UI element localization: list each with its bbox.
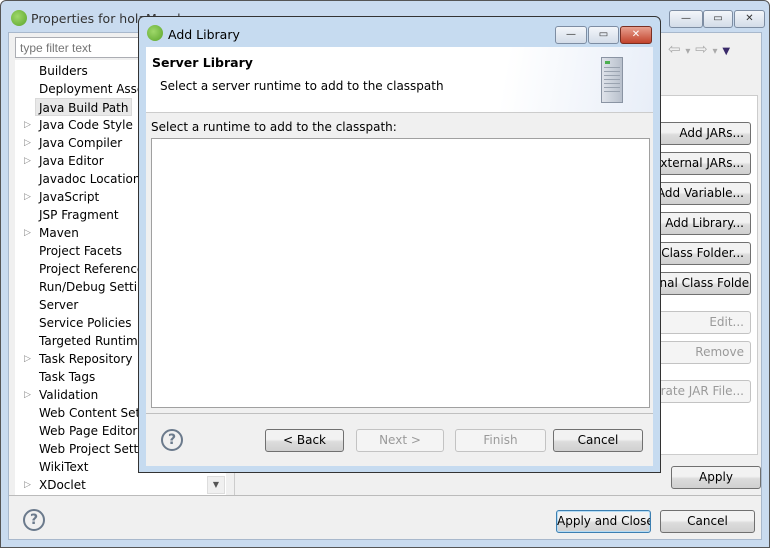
help-icon[interactable]: ? <box>23 509 45 531</box>
runtime-list-label: Select a runtime to add to the classpath… <box>151 120 397 134</box>
expand-arrow-icon[interactable]: ▷ <box>24 350 31 368</box>
scroll-down-arrow[interactable]: ▼ <box>207 476 225 494</box>
tree-item-label: XDoclet <box>39 478 86 492</box>
server-icon <box>601 57 623 103</box>
forward-dropdown-icon[interactable]: ▾ <box>713 46 718 57</box>
dialog-body: Select a runtime to add to the classpath… <box>146 113 653 466</box>
apply-button[interactable]: Apply <box>671 466 761 489</box>
tree-item[interactable]: Task Tags <box>39 368 95 386</box>
forward-arrow-icon[interactable]: ⇨ <box>695 40 708 58</box>
tree-item-label: Maven <box>39 226 79 240</box>
tree-item-label: Validation <box>39 388 99 402</box>
spring-logo-icon <box>11 10 27 26</box>
tree-item[interactable]: Javadoc Location <box>39 170 140 188</box>
tree-item[interactable]: ▷ Java Code Style <box>24 116 133 134</box>
tree-item[interactable]: ▷ Java Editor <box>24 152 104 170</box>
tree-item[interactable]: WikiText <box>39 458 89 476</box>
tree-item-label: WikiText <box>39 460 89 474</box>
tree-item-label: Task Tags <box>39 370 96 384</box>
tree-item-label: Web Page Editor <box>39 424 138 438</box>
tree-item[interactable]: Project References <box>39 260 151 278</box>
tree-item[interactable]: Server <box>39 296 78 314</box>
tree-item[interactable]: ▷ Task Repository <box>24 350 133 368</box>
dialog-title: Add Library <box>168 27 240 42</box>
tree-item-label: Java Editor <box>39 154 104 168</box>
nav-bar: ⇦ ▾ ⇨ ▾ ▼ <box>668 40 730 58</box>
dialog-header: Server Library Select a server runtime t… <box>146 47 653 113</box>
header-description: Select a server runtime to add to the cl… <box>160 79 444 93</box>
cancel-button[interactable]: Cancel <box>660 510 755 533</box>
dialog-cancel-button[interactable]: Cancel <box>553 429 643 452</box>
separator <box>9 495 761 496</box>
back-arrow-icon[interactable]: ⇦ <box>668 40 681 58</box>
close-button[interactable]: ✕ <box>734 10 765 28</box>
tree-item[interactable]: Java Build Path <box>35 98 133 116</box>
tree-item[interactable]: ▷ Validation <box>24 386 99 404</box>
filter-input[interactable] <box>15 37 155 58</box>
tree-item-label: Java Code Style <box>39 118 133 132</box>
finish-button[interactable]: Finish <box>455 429 546 452</box>
tree-item[interactable]: ▷ Maven <box>24 224 79 242</box>
tree-item[interactable]: Project Facets <box>39 242 122 260</box>
tree-item-label: JavaScript <box>39 190 100 204</box>
tree-item-label: Project References <box>39 262 151 276</box>
header-title: Server Library <box>152 55 253 70</box>
tree-item[interactable]: Targeted Runtimes <box>39 332 151 350</box>
tree-item-label: Project Facets <box>39 244 122 258</box>
add-library-dialog: Add Library — ▭ ✕ Server Library Select … <box>138 16 661 473</box>
back-dropdown-icon[interactable]: ▾ <box>685 46 690 57</box>
separator <box>146 413 653 414</box>
expand-arrow-icon[interactable]: ▷ <box>24 116 31 134</box>
expand-arrow-icon[interactable]: ▷ <box>24 476 31 494</box>
tree-item[interactable]: Builders <box>39 62 88 80</box>
dialog-minimize-button[interactable]: — <box>555 26 587 44</box>
runtime-list[interactable] <box>151 138 650 408</box>
view-menu-icon[interactable]: ▼ <box>722 46 730 57</box>
dialog-help-icon[interactable]: ? <box>161 429 183 451</box>
expand-arrow-icon[interactable]: ▷ <box>24 152 31 170</box>
tree-item[interactable]: Service Policies <box>39 314 132 332</box>
expand-arrow-icon[interactable]: ▷ <box>24 188 31 206</box>
tree-item-label: Server <box>39 298 79 312</box>
tree-item-label: Java Compiler <box>39 136 123 150</box>
spring-logo-icon <box>147 25 163 41</box>
dialog-maximize-button[interactable]: ▭ <box>588 26 619 44</box>
tree-item-label: Service Policies <box>39 316 132 330</box>
dialog-close-button[interactable]: ✕ <box>620 26 652 44</box>
tree-item-label: Javadoc Location <box>39 172 141 186</box>
tree-item-label: Java Build Path <box>39 101 129 115</box>
maximize-button[interactable]: ▭ <box>703 10 733 28</box>
tree-item-label: Builders <box>39 64 88 78</box>
expand-arrow-icon[interactable]: ▷ <box>24 386 31 404</box>
tree-item[interactable]: ▷ JavaScript <box>24 188 100 206</box>
tree-item[interactable]: ▷ XDoclet <box>24 476 86 494</box>
tree-item-label: Targeted Runtimes <box>39 334 152 348</box>
minimize-button[interactable]: — <box>669 10 703 28</box>
tree-item[interactable]: JSP Fragment <box>39 206 119 224</box>
next-button[interactable]: Next > <box>356 429 444 452</box>
tree-item[interactable]: ▷ Java Compiler <box>24 134 123 152</box>
apply-and-close-button[interactable]: Apply and Close <box>556 510 651 533</box>
expand-arrow-icon[interactable]: ▷ <box>24 224 31 242</box>
tree-item-label: Task Repository <box>39 352 133 366</box>
tree-item[interactable]: Web Page Editor <box>39 422 137 440</box>
expand-arrow-icon[interactable]: ▷ <box>24 134 31 152</box>
back-button[interactable]: < Back <box>265 429 344 452</box>
tree-item-label: JSP Fragment <box>39 208 119 222</box>
